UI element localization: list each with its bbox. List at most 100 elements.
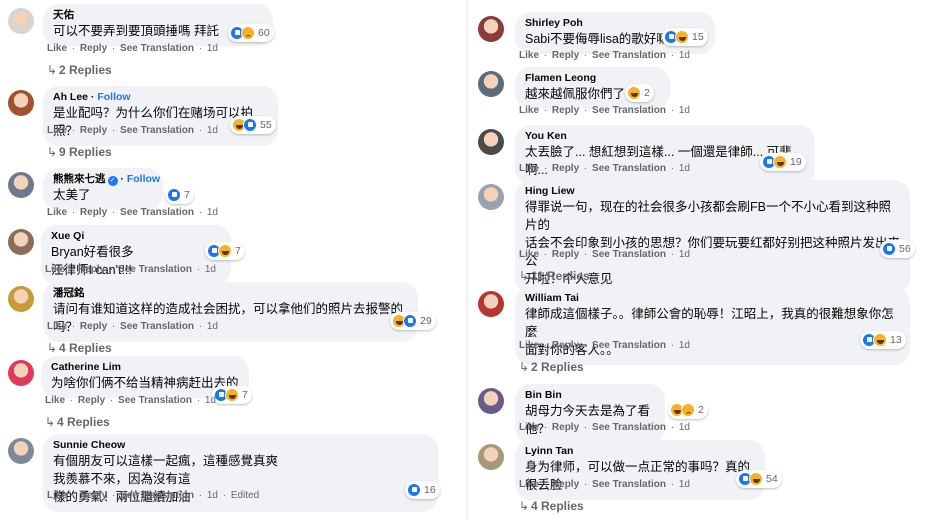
author-name[interactable]: Lyinn Tan — [525, 445, 573, 457]
reaction-summary[interactable]: 16 — [405, 481, 440, 499]
comment-author[interactable]: Sunnie Cheow — [53, 439, 428, 452]
timestamp[interactable]: 1d — [679, 163, 690, 174]
replies-count[interactable]: 2 Replies — [59, 63, 112, 77]
avatar[interactable] — [478, 291, 504, 317]
like-link[interactable]: Like — [47, 490, 67, 501]
replies-count[interactable]: 11 Replies — [531, 269, 590, 283]
avatar[interactable] — [8, 229, 34, 255]
reply-link[interactable]: Reply — [552, 105, 579, 116]
reaction-summary[interactable]: 7 — [212, 386, 252, 404]
view-replies-link[interactable]: ↳ 2 Replies — [47, 63, 112, 77]
avatar[interactable] — [478, 444, 504, 470]
comment-author[interactable]: Hing Liew — [525, 185, 900, 198]
avatar[interactable] — [8, 286, 34, 312]
timestamp[interactable]: 1d — [679, 249, 690, 260]
like-link[interactable]: Like — [519, 105, 539, 116]
view-replies-link[interactable]: ↳ 9 Replies — [47, 145, 112, 159]
reply-link[interactable]: Reply — [78, 264, 105, 275]
author-name[interactable]: Catherine Lim — [51, 361, 121, 373]
comment-author[interactable]: Catherine Lim — [51, 361, 239, 374]
see-translation-link[interactable]: See Translation — [120, 125, 194, 136]
author-name[interactable]: 熊熊來七逃 — [53, 173, 106, 185]
timestamp[interactable]: 1d — [207, 490, 218, 501]
timestamp[interactable]: 1d — [679, 479, 690, 490]
comment-author[interactable]: Lyinn Tan — [525, 445, 755, 458]
see-translation-link[interactable]: See Translation — [118, 395, 192, 406]
comment-author[interactable]: 天佑 — [53, 9, 263, 22]
timestamp[interactable]: 1d — [205, 264, 216, 275]
see-translation-link[interactable]: See Translation — [592, 340, 666, 351]
avatar[interactable] — [478, 129, 504, 155]
like-link[interactable]: Like — [47, 207, 67, 218]
reaction-summary[interactable]: 7 — [205, 242, 245, 260]
like-link[interactable]: Like — [47, 321, 67, 332]
like-link[interactable]: Like — [47, 43, 67, 54]
see-translation-link[interactable]: See Translation — [118, 264, 192, 275]
comment-author[interactable]: Bin Bin — [525, 389, 655, 402]
timestamp[interactable]: 1d — [679, 422, 690, 433]
like-link[interactable]: Like — [45, 395, 65, 406]
reaction-summary[interactable]: 2 — [668, 401, 708, 419]
see-translation-link[interactable]: See Translation — [120, 321, 194, 332]
timestamp[interactable]: 1d — [207, 43, 218, 54]
reply-link[interactable]: Reply — [80, 490, 107, 501]
author-name[interactable]: Shirley Poh — [525, 17, 583, 29]
see-translation-link[interactable]: See Translation — [120, 207, 194, 218]
follow-link[interactable]: Follow — [97, 91, 130, 103]
view-replies-link[interactable]: ↳ 4 Replies — [45, 415, 110, 429]
reply-link[interactable]: Reply — [78, 395, 105, 406]
avatar[interactable] — [478, 184, 504, 210]
author-name[interactable]: 潘冠銘 — [53, 287, 85, 299]
avatar[interactable] — [8, 172, 34, 198]
author-name[interactable]: You Ken — [525, 130, 567, 142]
author-name[interactable]: Flamen Leong — [525, 72, 596, 84]
timestamp[interactable]: 1d — [679, 105, 690, 116]
like-link[interactable]: Like — [47, 125, 67, 136]
avatar[interactable] — [8, 90, 34, 116]
view-replies-link[interactable]: ↳ 4 Replies — [519, 499, 584, 513]
author-name[interactable]: Xue Qi — [51, 230, 84, 242]
reply-link[interactable]: Reply — [80, 43, 107, 54]
reaction-summary[interactable]: 15 — [662, 28, 708, 46]
author-name[interactable]: 天佑 — [53, 9, 74, 21]
reply-link[interactable]: Reply — [552, 422, 579, 433]
author-name[interactable]: Ah Lee — [53, 91, 88, 103]
like-link[interactable]: Like — [519, 163, 539, 174]
timestamp[interactable]: 1d — [205, 395, 216, 406]
see-translation-link[interactable]: See Translation — [120, 43, 194, 54]
timestamp[interactable]: 1d — [679, 340, 690, 351]
see-translation-link[interactable]: See Translation — [120, 490, 194, 501]
avatar[interactable] — [8, 360, 34, 386]
see-translation-link[interactable]: See Translation — [592, 163, 666, 174]
comment-author[interactable]: 潘冠銘 — [53, 287, 408, 300]
replies-count[interactable]: 4 Replies — [59, 341, 112, 355]
avatar[interactable] — [8, 438, 34, 464]
reply-link[interactable]: Reply — [552, 163, 579, 174]
replies-count[interactable]: 2 Replies — [531, 360, 584, 374]
reaction-summary[interactable]: 60 — [228, 24, 274, 42]
see-translation-link[interactable]: See Translation — [592, 479, 666, 490]
timestamp[interactable]: 1d — [207, 125, 218, 136]
like-link[interactable]: Like — [45, 264, 65, 275]
timestamp[interactable]: 1d — [207, 321, 218, 332]
reaction-summary[interactable]: 2 — [625, 84, 654, 102]
reaction-summary[interactable]: 29 — [390, 312, 436, 330]
reply-link[interactable]: Reply — [552, 249, 579, 260]
reaction-summary[interactable]: 56 — [880, 240, 915, 258]
see-translation-link[interactable]: See Translation — [592, 105, 666, 116]
reply-link[interactable]: Reply — [80, 125, 107, 136]
see-translation-link[interactable]: See Translation — [592, 50, 666, 61]
replies-count[interactable]: 4 Replies — [57, 415, 110, 429]
follow-link[interactable]: Follow — [127, 173, 160, 185]
avatar[interactable] — [478, 16, 504, 42]
view-replies-link[interactable]: ↳ 4 Replies — [47, 341, 112, 355]
comment-author[interactable]: You Ken — [525, 130, 805, 143]
comment-author[interactable]: William Tai — [525, 292, 900, 305]
avatar[interactable] — [478, 388, 504, 414]
reply-link[interactable]: Reply — [80, 321, 107, 332]
reaction-summary[interactable]: 13 — [860, 331, 906, 349]
author-name[interactable]: Bin Bin — [525, 389, 562, 401]
like-link[interactable]: Like — [519, 422, 539, 433]
timestamp[interactable]: 1d — [207, 207, 218, 218]
author-name[interactable]: William Tai — [525, 292, 579, 304]
